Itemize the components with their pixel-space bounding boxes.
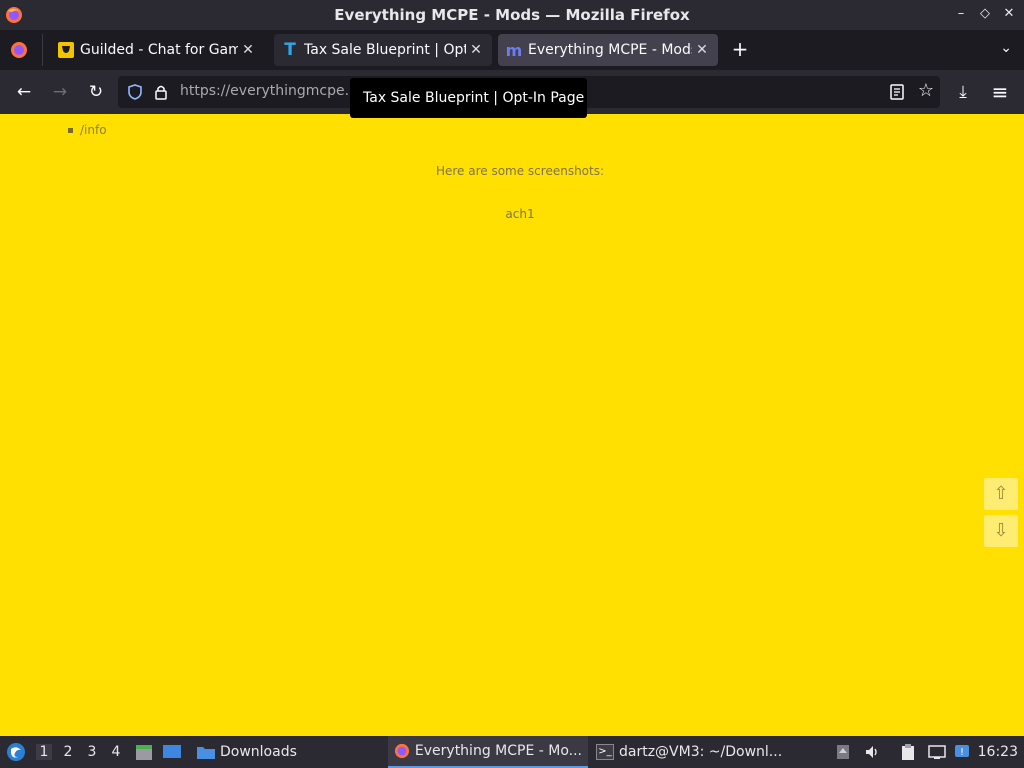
tab-close-icon[interactable]: ✕ [692,42,712,58]
tab-tax-sale[interactable]: T Tax Sale Blueprint | Opt- ✕ [274,34,492,66]
minimize-button[interactable]: – [954,6,968,21]
desktop-icon [163,745,181,758]
t-logo-icon: T [284,40,296,60]
workspace-2[interactable]: 2 [60,744,76,760]
clock: 16:23 [977,744,1018,760]
network-icon[interactable] [928,736,946,768]
notification-icon[interactable]: ! [954,736,970,768]
downloads-button[interactable]: ⤓ [951,80,975,104]
tab-separator [42,34,43,66]
maximize-button[interactable]: ◇ [978,6,992,21]
tab-close-icon[interactable]: ✕ [466,42,486,58]
firefox-view-button[interactable] [6,38,32,62]
list-item: /info [68,123,107,137]
app-menu-button[interactable]: ≡ [988,80,1012,104]
tab-bar: Guilded - Chat for Gamin ✕ T Tax Sale Bl… [0,30,1024,70]
taskbar-label: Everything MCPE - Mo... [414,743,582,759]
tab-label: Guilded - Chat for Gamin [80,42,238,58]
page-content: /info Here are some screenshots: ach1 ⇧ … [0,114,1024,736]
firefox-icon [394,743,410,759]
start-menu-button[interactable] [6,736,26,768]
tab-guilded[interactable]: Guilded - Chat for Gamin ✕ [50,34,264,66]
url-text[interactable]: https://everythingmcpe. [180,83,349,99]
start-menu-icon [7,743,25,761]
scroll-to-top-button[interactable]: ⇧ [984,478,1018,510]
terminal-icon: >_ [596,744,614,760]
taskbar-terminal-window[interactable]: >_ dartz@VM3: ~/Downl... [590,736,790,768]
info-link[interactable]: /info [80,123,107,137]
screenshot-image-alt: ach1 [505,207,535,221]
tab-everything-mcpe[interactable]: m Everything MCPE - Mods ✕ [498,34,718,66]
file-manager-launcher[interactable] [134,736,154,768]
forward-button[interactable]: → [48,80,72,104]
scroll-to-bottom-button[interactable]: ⇩ [984,515,1018,547]
workspace-4[interactable]: 4 [108,744,124,760]
volume-icon[interactable] [864,736,880,768]
bullet-icon [68,127,73,133]
close-window-button[interactable]: ✕ [1002,6,1016,21]
window-title: Everything MCPE - Mods — Mozilla Firefox [334,6,690,24]
mcpe-logo-icon: m [505,40,523,60]
tab-label: Tax Sale Blueprint | Opt- [304,42,466,58]
firefox-icon [11,42,27,58]
taskbar-firefox-window[interactable]: Everything MCPE - Mo... [388,736,588,768]
list-all-tabs-icon[interactable]: ⌄ [1000,40,1012,56]
window-titlebar: Everything MCPE - Mods — Mozilla Firefox… [0,0,1024,30]
folder-icon [197,747,215,759]
show-desktop-button[interactable] [162,736,182,768]
new-tab-button[interactable]: + [728,38,752,62]
tab-tooltip: Tax Sale Blueprint | Opt-In Page [350,78,587,118]
reload-button[interactable]: ↻ [84,80,108,104]
taskbar-downloads-folder[interactable]: Downloads [190,736,303,768]
taskbar: 1 2 3 4 Downloads Everything MCPE - Mo..… [0,736,1024,768]
workspace-1[interactable]: 1 [36,744,52,760]
bookmark-star-icon[interactable]: ☆ [918,80,934,101]
workspace-3[interactable]: 3 [84,744,100,760]
tab-label: Everything MCPE - Mods [528,42,692,58]
clipboard-icon[interactable] [900,736,916,768]
tracking-protection-shield-icon[interactable] [126,83,144,101]
taskbar-label: Downloads [220,744,297,760]
svg-text:!: ! [960,747,964,758]
back-button[interactable]: ← [12,80,36,104]
tab-close-icon[interactable]: ✕ [238,42,258,58]
screenshots-heading: Here are some screenshots: [435,164,605,178]
file-cabinet-icon [136,745,152,760]
tray-updates-icon[interactable] [836,736,850,768]
lock-icon[interactable] [152,83,170,101]
reader-view-icon[interactable] [888,83,906,101]
taskbar-label: dartz@VM3: ~/Downl... [619,744,783,760]
guilded-icon [58,42,74,58]
